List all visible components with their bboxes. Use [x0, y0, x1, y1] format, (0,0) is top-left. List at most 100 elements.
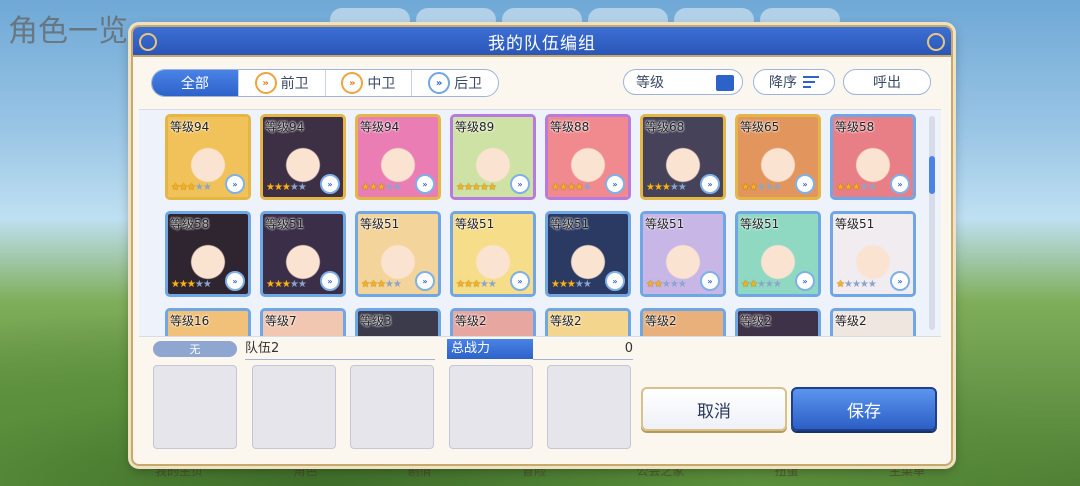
list-scrollbar[interactable] [929, 116, 935, 330]
role-chevron-icon: » [415, 174, 435, 194]
character-level: 等级94 [170, 120, 210, 134]
character-card[interactable]: 等级51 ★★★★★ » [545, 211, 631, 297]
tab-label: 全部 [180, 76, 209, 92]
character-level: 等级3 [360, 314, 392, 328]
tab-all[interactable]: 全部 [152, 70, 238, 96]
star-rating-icon: ★★★★★ [361, 182, 402, 193]
character-card[interactable]: 等级51 ★★★★★ » [830, 211, 916, 297]
character-level: 等级2 [740, 314, 772, 328]
character-card[interactable]: 等级51 ★★★★★ » [355, 211, 441, 297]
role-filter-tabs: 全部 » 前卫 » 中卫 » 后卫 [151, 69, 499, 97]
role-chevron-icon: » [890, 174, 910, 194]
star-rating-icon: ★★★★★ [646, 182, 687, 193]
character-card[interactable]: 等级88 ★★★★★ » [545, 114, 631, 200]
character-level: 等级2 [645, 314, 677, 328]
role-chevron-icon: » [225, 174, 245, 194]
character-list[interactable]: 等级94 ★★★★★ » 等级94 ★★★★★ » 等级94 ★★★★★ » 等级89 ★★★★★ »… [139, 109, 941, 337]
tab-label: 前卫 [280, 76, 309, 92]
character-card[interactable]: 等级51 ★★★★★ » [450, 211, 536, 297]
role-chevron-icon: » [510, 174, 530, 194]
scrollbar-thumb[interactable] [929, 156, 935, 194]
character-card[interactable]: 等级94 ★★★★★ » [355, 114, 441, 200]
order-button[interactable]: 降序 [753, 69, 835, 95]
star-rating-icon: ★★★★★ [741, 279, 782, 290]
character-card[interactable]: 等级51 ★★★★★ » [735, 211, 821, 297]
character-level: 等级2 [835, 314, 867, 328]
star-rating-icon: ★★★★★ [456, 279, 497, 290]
character-card[interactable]: 等级2★★★★★» [545, 308, 631, 336]
order-label: 降序 [769, 75, 797, 91]
character-card[interactable]: 等级2★★★★★» [640, 308, 726, 336]
role-chevron-icon: » [225, 271, 245, 291]
sort-descending-icon [803, 73, 819, 91]
star-rating-icon: ★★★★★ [361, 279, 402, 290]
cancel-button[interactable]: 取消 [641, 387, 787, 431]
team-slot[interactable] [449, 365, 533, 449]
role-chevron-icon: » [605, 271, 625, 291]
character-card[interactable]: 等级58 ★★★★★ » [830, 114, 916, 200]
character-card[interactable]: 等级65 ★★★★★ » [735, 114, 821, 200]
modal-title: 我的队伍编组 [488, 33, 596, 54]
character-card[interactable]: 等级58 ★★★★★ » [165, 211, 251, 297]
character-card[interactable]: 等级51 ★★★★★ » [260, 211, 346, 297]
character-level: 等级16 [170, 314, 210, 328]
team-slot[interactable] [252, 365, 336, 449]
header-ornament-icon [139, 33, 157, 51]
team-slot[interactable] [153, 365, 237, 449]
role-chevron-icon: » [605, 174, 625, 194]
star-rating-icon: ★★★★★ [266, 279, 307, 290]
role-chevron-icon: » [795, 271, 815, 291]
call-button[interactable]: 呼出 [843, 69, 931, 95]
role-chevron-icon: » [510, 271, 530, 291]
character-card[interactable]: 等级68 ★★★★★ » [640, 114, 726, 200]
character-card[interactable]: 等级2★★★★★» [450, 308, 536, 336]
role-chevron-icon: » [700, 271, 720, 291]
star-rating-icon: ★★★★★ [836, 182, 877, 193]
character-card[interactable]: 等级2★★★★★» [735, 308, 821, 336]
role-chevron-icon: » [890, 271, 910, 291]
character-level: 等级51 [645, 217, 685, 231]
role-chevron-icon: » [795, 174, 815, 194]
role-chevron-icon: » [700, 174, 720, 194]
sort-label: 等级 [636, 75, 664, 91]
character-level: 等级2 [455, 314, 487, 328]
character-level: 等级94 [265, 120, 305, 134]
character-card[interactable]: 等级7★★★★★» [260, 308, 346, 336]
role-chevron-icon: » [320, 174, 340, 194]
character-card[interactable]: 等级94 ★★★★★ » [165, 114, 251, 200]
total-power-value: 0 [533, 339, 633, 360]
star-rating-icon: ★★★★★ [266, 182, 307, 193]
team-slot[interactable] [350, 365, 434, 449]
character-level: 等级51 [455, 217, 495, 231]
tab-rearguard[interactable]: » 后卫 [411, 70, 498, 96]
star-rating-icon: ★★★★★ [456, 182, 497, 193]
character-level: 等级51 [360, 217, 400, 231]
character-grid: 等级94 ★★★★★ » 等级94 ★★★★★ » 等级94 ★★★★★ » 等级89 ★★★★★ »… [165, 114, 916, 336]
total-power-label: 总战力 [447, 339, 533, 359]
tab-label: 后卫 [454, 76, 483, 92]
cancel-label: 取消 [697, 401, 731, 422]
star-rating-icon: ★★★★★ [551, 182, 592, 193]
character-card[interactable]: 等级3★★★★★» [355, 308, 441, 336]
character-level: 等级68 [645, 120, 685, 134]
character-level: 等级51 [550, 217, 590, 231]
team-name: 队伍2 [245, 339, 435, 360]
rearguard-role-icon: » [428, 72, 451, 94]
character-card[interactable]: 等级94 ★★★★★ » [260, 114, 346, 200]
call-label: 呼出 [873, 75, 901, 91]
tab-vanguard[interactable]: » 前卫 [237, 70, 325, 96]
star-rating-icon: ★★★★★ [836, 279, 877, 290]
team-slot[interactable] [547, 365, 631, 449]
tab-midguard[interactable]: » 中卫 [324, 70, 412, 96]
sort-select[interactable]: 等级 [623, 69, 743, 95]
team-none-badge: 无 [153, 341, 237, 357]
character-card[interactable]: 等级2★★★★★» [830, 308, 916, 336]
save-button[interactable]: 保存 [791, 387, 937, 431]
character-card[interactable]: 等级51 ★★★★★ » [640, 211, 726, 297]
character-card[interactable]: 等级16★★★★★» [165, 308, 251, 336]
team-edit-modal: 我的队伍编组 全部 » 前卫 » 中卫 » 后卫 等级 降序 呼出 等级94 ★★… [131, 25, 953, 466]
background-page-title: 角色一览 [8, 14, 128, 49]
character-card[interactable]: 等级89 ★★★★★ » [450, 114, 536, 200]
character-level: 等级58 [170, 217, 210, 231]
character-level: 等级58 [835, 120, 875, 134]
